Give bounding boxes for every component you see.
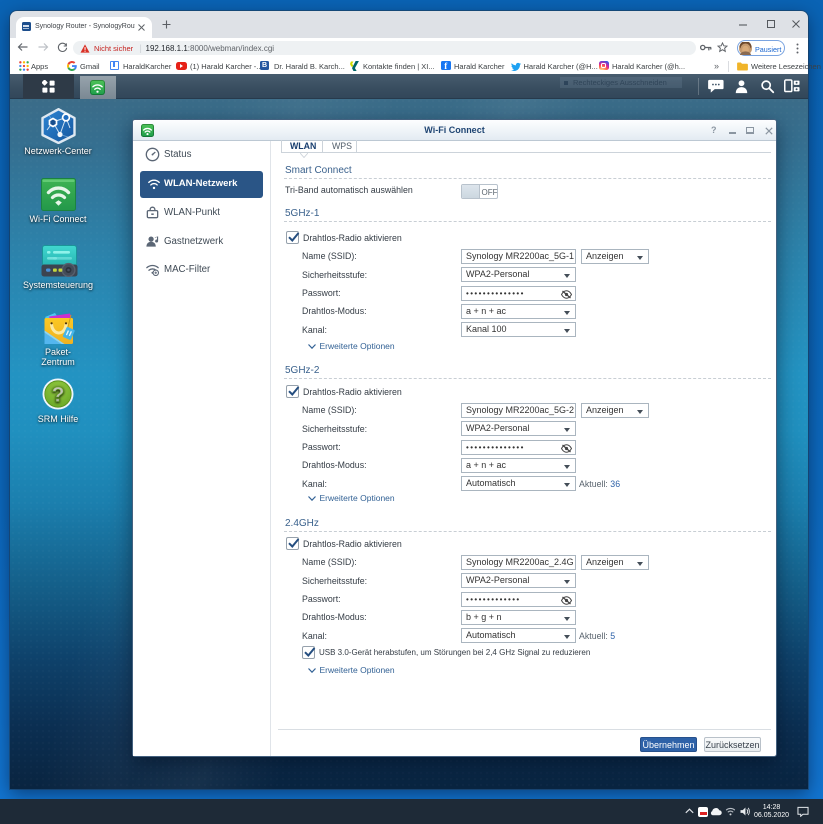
svg-text:?: ?: [52, 384, 65, 407]
